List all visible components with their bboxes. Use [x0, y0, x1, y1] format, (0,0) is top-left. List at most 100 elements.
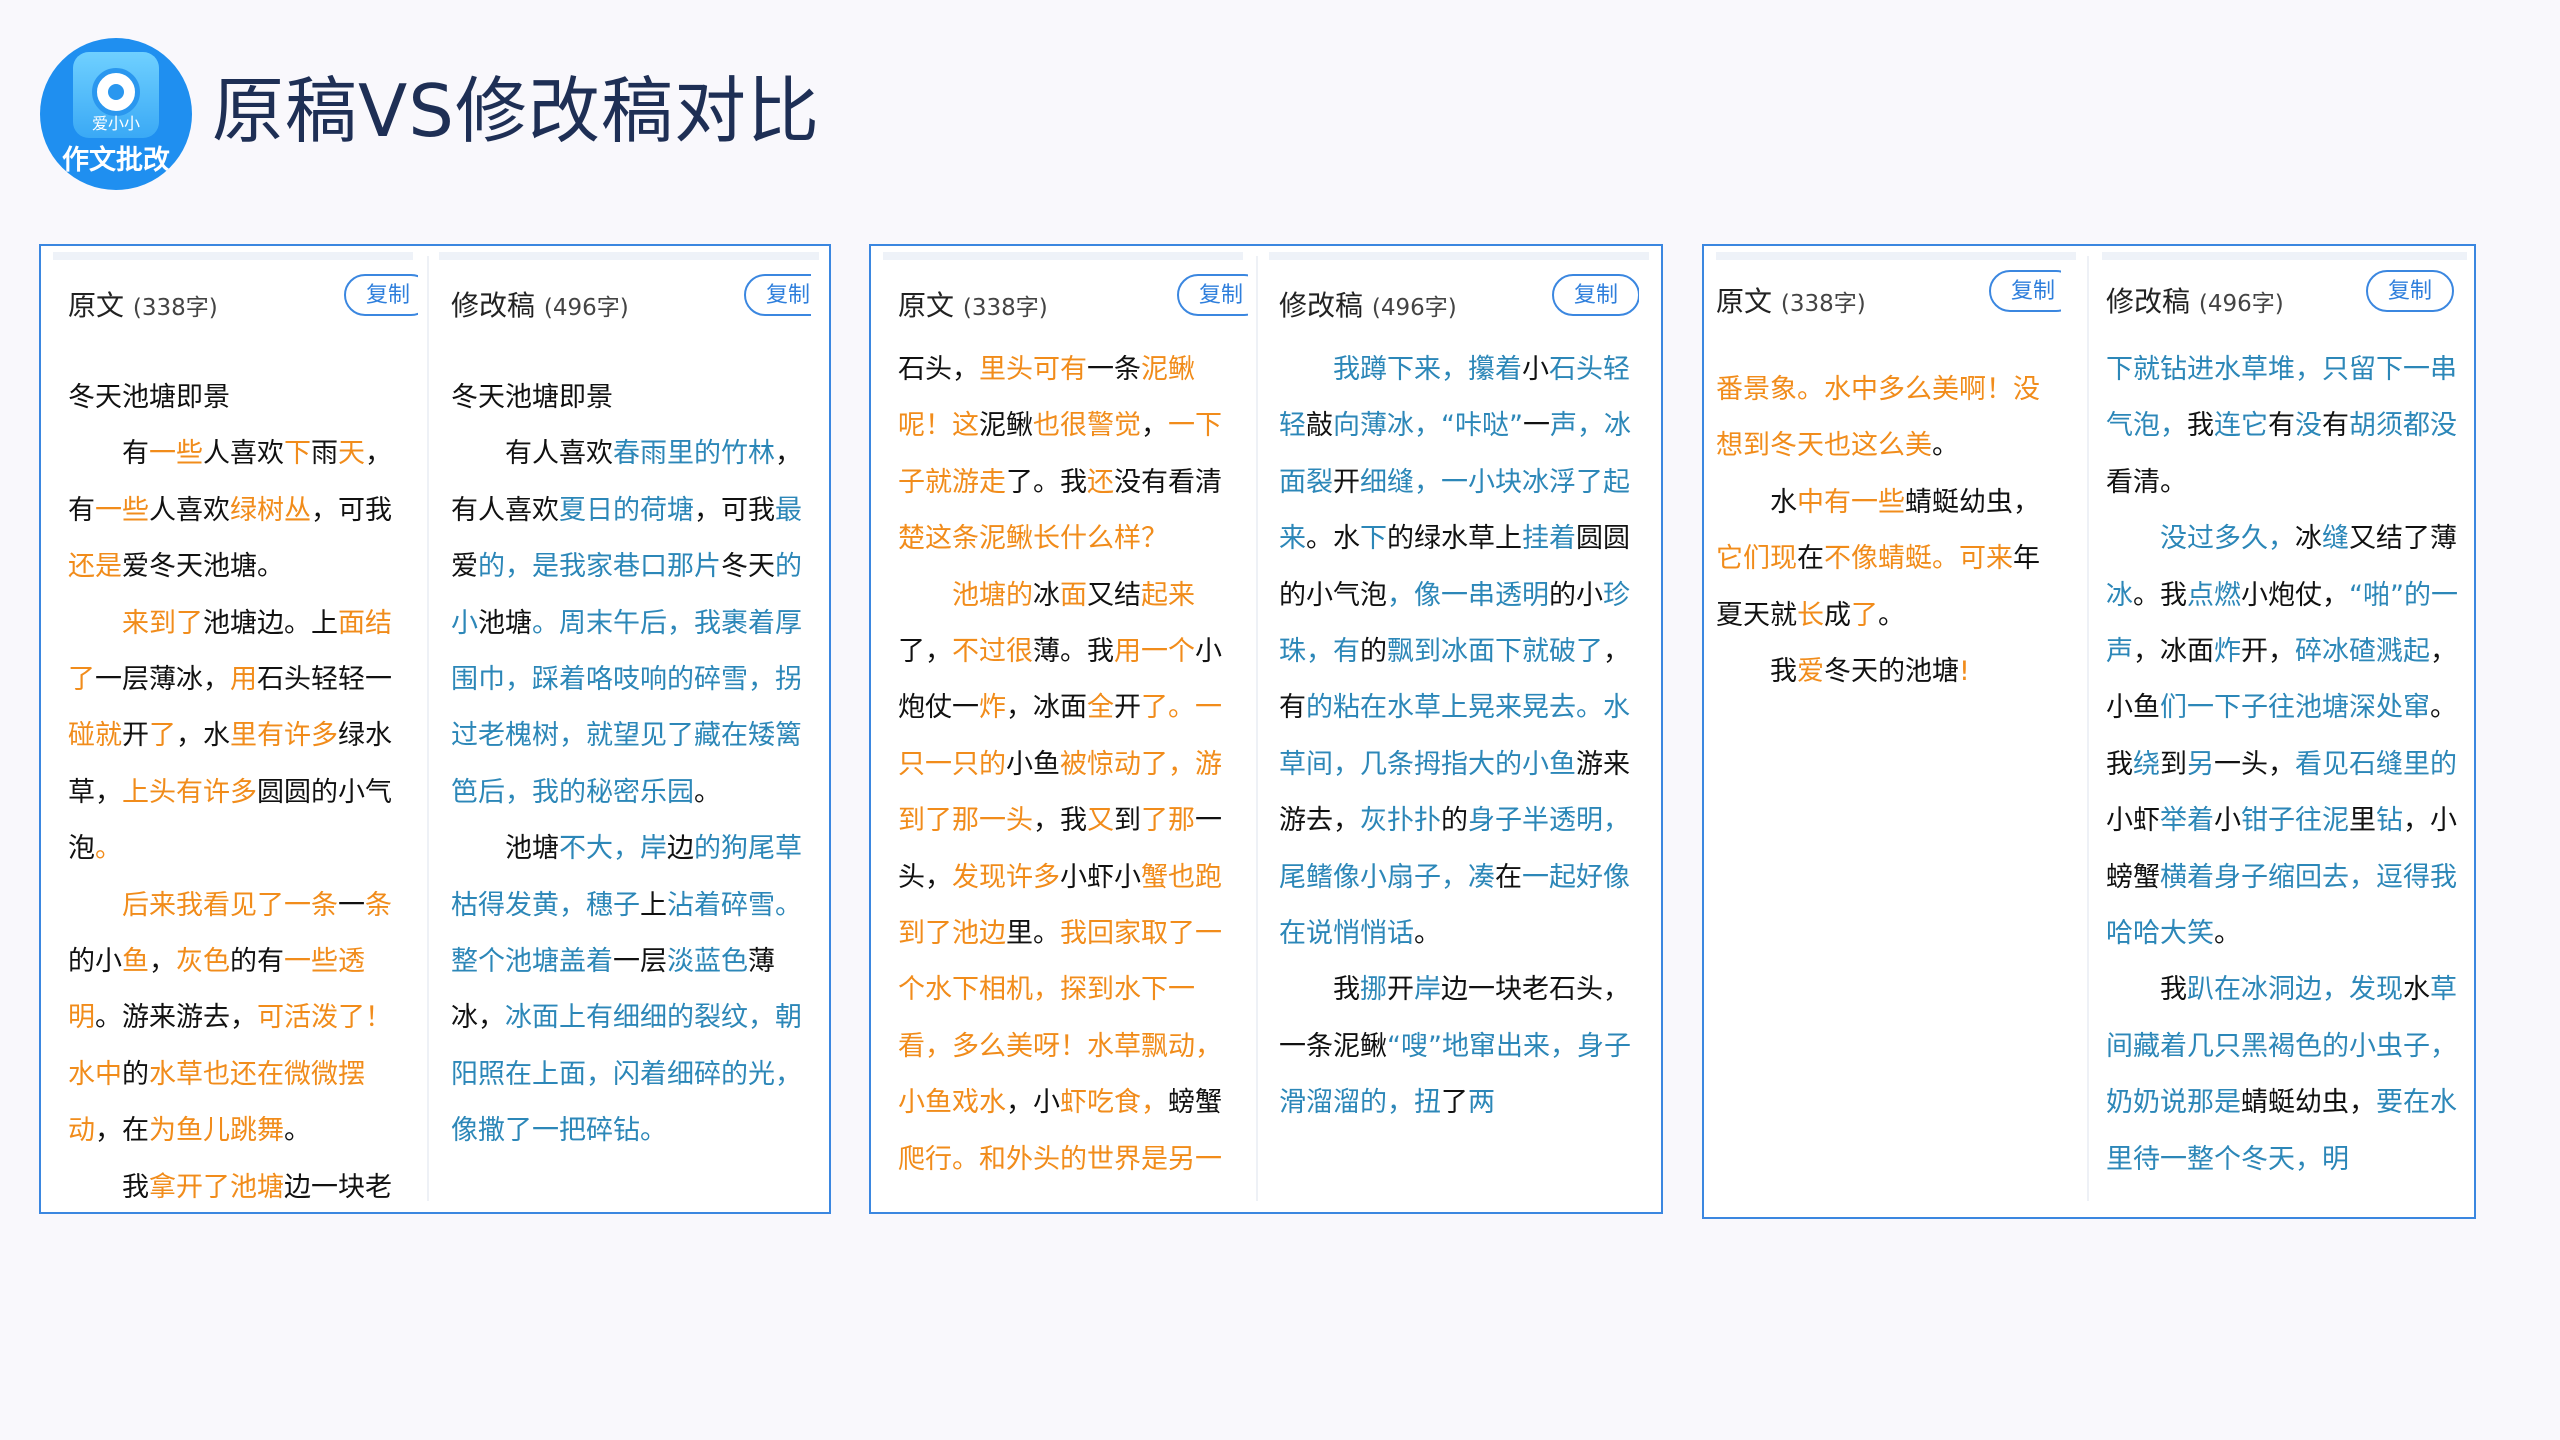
text-segment: 敲 [1306, 410, 1333, 442]
text-segment: 一 [1522, 410, 1550, 442]
text-segment: 有 [122, 438, 149, 470]
text-segment: 上 [640, 889, 667, 921]
text-segment: 石头， [898, 354, 979, 385]
original-highlight: 用 [230, 664, 257, 696]
original-highlight: 绿树丛 [230, 494, 311, 526]
text-segment: 了， [898, 636, 952, 668]
original-column[interactable]: 原文 (338字) 复制 冬天池塘即景 有一些人喜欢下雨天，有一些人喜欢绿树丛，可… [68, 246, 418, 1212]
original-title: 原文 [1716, 285, 1773, 318]
text-segment: 小虾小 [1060, 861, 1141, 893]
revision-highlight: 下 [1360, 523, 1387, 555]
revision-highlight: 两 [1468, 1087, 1495, 1119]
revision-highlight: 举着 [2160, 805, 2214, 837]
text-segment: 在 [1495, 861, 1522, 893]
revised-text: 下就钻进水草堆，只留下一串气泡，我连它有没有胡须都没看清。 没过多久，冰缝又结了薄… [2106, 342, 2461, 1188]
original-column[interactable]: 原文 (338字) 复制 番景象。水中多么美啊！没想到冬天也这么美。 水中有一些蜻… [1716, 246, 2061, 1216]
text-segment: 又结了薄 [2349, 523, 2457, 555]
text-segment: 我 [1770, 656, 1797, 688]
revised-column[interactable]: 修改稿 (496字) 复制 冬天池塘即景 有人喜欢春雨里的竹林，有人喜欢夏日的荷塘… [451, 246, 811, 1212]
original-highlight: 灰色 [176, 946, 230, 978]
original-highlight: 。 [95, 833, 122, 865]
text-segment: 一头， [2214, 748, 2295, 780]
copy-original-button[interactable]: 复制 [1177, 274, 1248, 316]
text-segment: 到 [2160, 748, 2187, 780]
paragraph: 番景象。水中多么美啊！没想到冬天也这么美。 [1716, 362, 2061, 475]
revision-highlight: 点燃 [2187, 579, 2241, 611]
original-column[interactable]: 原文 (338字) 复制 石头，里头可有一条泥鳅呢！这泥鳅也很警觉，一下子就游走… [898, 246, 1248, 1212]
text-segment: ，可我 [694, 494, 775, 526]
text-segment: 成 [1824, 599, 1851, 631]
text-segment: 蜻蜓幼虫， [1905, 486, 2040, 518]
revision-highlight: 夏日的荷塘 [559, 494, 694, 526]
revision-highlight: 缝 [2322, 523, 2349, 555]
original-highlight: 爬行。和外头的世界是另一 [898, 1143, 1222, 1175]
logo-subtitle: 爱小小 [91, 114, 140, 133]
paragraph: 池塘的冰面又结起来了，不过很薄。我用一个小炮仗一炸，冰面全开了。一只一只的小鱼被… [898, 568, 1248, 1188]
revised-title: 修改稿 [2106, 285, 2191, 318]
paragraph: 我爱冬天的池塘! [1716, 644, 2061, 700]
original-text: 番景象。水中多么美啊！没想到冬天也这么美。 水中有一些蜻蜓幼虫，它们现在不像蜻蜓。… [1716, 362, 2061, 700]
original-highlight: 用一个 [1114, 636, 1195, 668]
original-title: 原文 [898, 289, 955, 322]
revised-column[interactable]: 修改稿 (496字) 复制 下就钻进水草堆，只留下一串气泡，我连它有没有胡须都没… [2106, 246, 2461, 1216]
text-segment: 池塘边。上 [203, 607, 338, 639]
text-segment: ，冰面 [1006, 692, 1087, 724]
text-segment: 开 [1114, 692, 1141, 724]
text-segment: 。 [2214, 918, 2241, 950]
text-segment: ， [1141, 410, 1168, 442]
copy-revised-button[interactable]: 复制 [2366, 270, 2454, 312]
original-highlight: 发现许多 [952, 861, 1060, 893]
comparison-panel-2: 原文 (338字) 复制 石头，里头可有一条泥鳅呢！这泥鳅也很警觉，一下子就游走… [869, 244, 1663, 1214]
original-word-count: (338字) [962, 295, 1048, 321]
text-segment: 有 [2268, 410, 2295, 442]
text-segment: 小炮仗， [2241, 579, 2349, 611]
original-highlight: 下 [284, 438, 311, 470]
paragraph: 石头，里头可有一条泥鳅呢！这泥鳅也很警觉，一下子就游走了。我还没有看清楚这条泥鳅… [898, 342, 1248, 568]
text-segment: 。 [284, 1115, 311, 1147]
revision-highlight: 另 [2187, 748, 2214, 780]
paragraph: 冬天池塘即景 [451, 370, 811, 426]
paragraph: 我蹲下来，攥着小石头轻轻敲向薄冰，“咔哒”一声，冰面裂开细缝，一小块冰浮了起来。… [1279, 342, 1639, 962]
original-highlight: 还 [1087, 466, 1114, 498]
text-segment: ，在 [95, 1115, 149, 1147]
original-highlight: 为鱼儿跳舞 [149, 1115, 284, 1147]
revision-highlight: 们一下子往池塘深处窜 [2160, 692, 2430, 724]
paragraph: 来到了池塘边。上面结了一层薄冰，用石头轻轻一碰就开了，水里有许多绿水草，上头有许… [68, 596, 418, 878]
text-segment: 开 [122, 720, 149, 752]
revision-highlight: 冰 [2106, 579, 2133, 611]
paragraph: 没过多久，冰缝又结了薄冰。我点燃小炮仗，“啪”的一声，冰面炸开，碎冰碴溅起，小鱼… [2106, 511, 2461, 962]
copy-revised-button[interactable]: 复制 [1552, 274, 1639, 316]
paragraph: 池塘不大，岸边的狗尾草枯得发黄，穗子上沾着碎雪。整个池塘盖着一层淡蓝色薄冰，冰面… [451, 821, 811, 1159]
text-segment: 小 [2214, 805, 2241, 837]
revision-highlight: 岸 [1414, 974, 1441, 1006]
revision-highlight: ，像一串透明 [1387, 579, 1549, 611]
paragraph: 我挪开岸边一块老石头，一条泥鳅“嗖”地窜出来，身子滑溜溜的，扭了两 [1279, 962, 1639, 1131]
original-highlight: 它们现 [1716, 543, 1797, 575]
original-highlight: 番景象。水中多么美啊！没想到冬天也这么美 [1716, 374, 2040, 462]
revised-column[interactable]: 修改稿 (496字) 复制 我蹲下来，攥着小石头轻轻敲向薄冰，“咔哒”一声，冰面… [1279, 246, 1639, 1212]
copy-original-button[interactable]: 复制 [344, 274, 418, 316]
revision-highlight: 飘到冰面下就破了 [1387, 636, 1603, 668]
revision-highlight: 没过多久， [2160, 523, 2295, 555]
copy-revised-button[interactable]: 复制 [744, 274, 811, 316]
text-segment: 冬天池塘即景 [68, 382, 230, 413]
original-highlight: 面 [1060, 579, 1087, 611]
revision-highlight: 连它 [2214, 410, 2268, 442]
original-highlight: 拿开了池塘 [149, 1171, 284, 1203]
revision-highlight: 最 [775, 494, 802, 526]
text-segment: 雨 [311, 438, 338, 470]
text-segment: 有人喜欢 [505, 438, 613, 470]
text-segment: 石头轻轻一 [257, 664, 392, 696]
text-segment: 在 [1797, 543, 1824, 575]
revised-label: 修改稿 (496字) [451, 284, 629, 324]
revision-highlight: 挪 [1360, 974, 1387, 1006]
text-segment: 的绿水草上 [1387, 523, 1522, 555]
text-segment: 里。 [1006, 918, 1060, 950]
revised-text: 我蹲下来，攥着小石头轻轻敲向薄冰，“咔哒”一声，冰面裂开细缝，一小块冰浮了起来。… [1279, 342, 1639, 1132]
copy-original-button[interactable]: 复制 [1989, 270, 2061, 312]
revision-highlight: 挂着 [1522, 523, 1576, 555]
text-segment: ，可我 [311, 494, 392, 526]
text-segment: 的小 [1549, 579, 1603, 611]
original-highlight: 一些 [149, 438, 203, 470]
text-segment: 有 [2322, 410, 2349, 442]
